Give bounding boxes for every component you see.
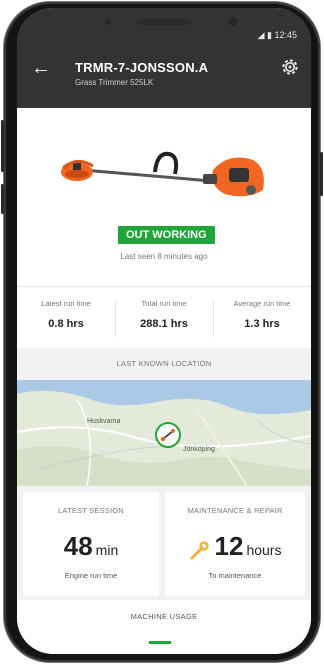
card-value-row: 12 hours	[165, 529, 305, 563]
card-title: LATEST SESSION	[58, 506, 124, 515]
session-duration-unit: min	[95, 542, 119, 558]
session-duration-value: 48	[63, 531, 93, 561]
device-title: TRMR-7-JONSSON.A	[75, 60, 209, 75]
status-icons: ◢ ▮ 12:45	[258, 30, 297, 41]
device-location-pin-icon[interactable]	[155, 422, 181, 448]
location-map[interactable]: Huskvarna Jönköping	[17, 380, 311, 486]
last-seen-text: Last seen 8 minutes ago	[120, 252, 208, 261]
maintenance-value: 12	[214, 531, 244, 561]
stat-latest-run-time: Latest run time 0.8 hrs	[17, 287, 115, 349]
device-overview: OUT WORKING Last seen 8 minutes ago	[17, 108, 311, 286]
device-model: Grass Trimmer 525LK	[75, 78, 154, 87]
maintenance-unit: hours	[246, 542, 282, 558]
stat-label: Latest run time	[41, 299, 91, 308]
signal-icon: ◢	[257, 30, 265, 40]
stat-value: 0.8 hrs	[48, 318, 84, 330]
card-value-row: 48 min	[23, 529, 159, 563]
machine-usage-title: MACHINE USAGE	[130, 612, 198, 621]
volume-button	[1, 120, 4, 172]
stat-value: 1.3 hrs	[244, 318, 280, 330]
clock: 12:45	[274, 30, 297, 40]
battery-icon: ▮	[267, 30, 272, 40]
settings-gear-icon[interactable]	[279, 56, 301, 78]
run-time-stats: Latest run time 0.8 hrs Total run time 2…	[17, 286, 311, 349]
stat-average-run-time: Average run time 1.3 hrs	[213, 287, 311, 349]
card-caption: To maintenance	[208, 571, 262, 580]
screen: ◢ ▮ 12:45 ← TRMR-7-JONSSON.A Grass Trimm…	[17, 8, 311, 654]
proximity-sensor	[105, 19, 111, 25]
front-camera	[229, 17, 238, 26]
card-title: MAINTENANCE & REPAIR	[187, 506, 283, 515]
location-header: LAST KNOWN LOCATION	[17, 348, 311, 380]
bixby-button	[1, 184, 4, 214]
latest-session-card[interactable]: LATEST SESSION 48 min Engine run time	[23, 492, 159, 596]
grass-trimmer-image	[61, 151, 264, 197]
status-bar: ◢ ▮ 12:45	[17, 8, 311, 42]
phone-frame: ◢ ▮ 12:45 ← TRMR-7-JONSSON.A Grass Trimm…	[1, 2, 323, 662]
summary-cards: LATEST SESSION 48 min Engine run time MAI…	[17, 486, 311, 596]
machine-usage-section[interactable]: MACHINE USAGE	[17, 600, 311, 654]
card-caption: Engine run time	[64, 571, 118, 580]
maintenance-card[interactable]: MAINTENANCE & REPAIR 12 hours To maintena…	[165, 492, 305, 596]
stat-label: Total run time	[141, 299, 187, 308]
status-badge: OUT WORKING	[118, 226, 215, 244]
app-bar: ← TRMR-7-JONSSON.A Grass Trimmer 525LK	[17, 42, 311, 108]
earpiece	[137, 19, 191, 25]
usage-indicator	[149, 641, 171, 644]
wrench-icon	[190, 541, 209, 560]
back-arrow-icon[interactable]: ←	[31, 58, 51, 78]
map-label: Huskvarna	[87, 418, 121, 425]
stat-value: 288.1 hrs	[140, 318, 188, 330]
stat-total-run-time: Total run time 288.1 hrs	[115, 287, 213, 349]
map-label: Jönköping	[183, 446, 215, 453]
stat-label: Average run time	[233, 299, 291, 308]
power-button	[320, 152, 323, 196]
